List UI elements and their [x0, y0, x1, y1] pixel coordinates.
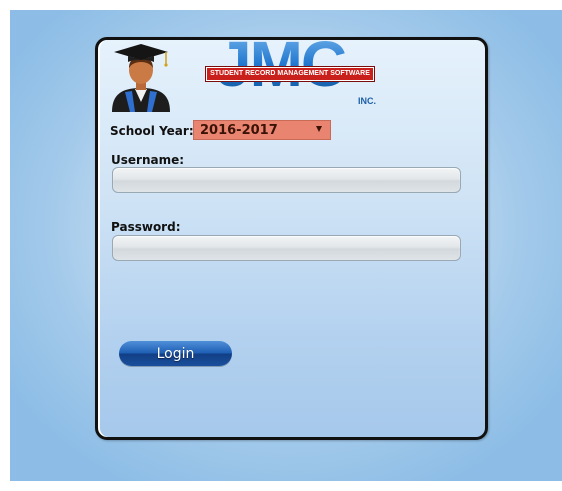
graduate-icon	[112, 44, 170, 112]
school-year-value: 2016-2017	[200, 123, 278, 138]
username-label: Username:	[111, 153, 185, 167]
login-panel: JMC STUDENT RECORD MANAGEMENT SOFTWARE I…	[95, 37, 488, 440]
school-year-label: School Year:	[110, 124, 194, 138]
username-field[interactable]	[112, 167, 461, 193]
school-year-select[interactable]: 2016-2017	[193, 120, 331, 140]
logo-banner: STUDENT RECORD MANAGEMENT SOFTWARE	[205, 66, 375, 82]
logo-suffix: INC.	[358, 96, 376, 106]
chevron-down-icon	[316, 126, 322, 132]
password-field[interactable]	[112, 235, 461, 261]
login-button[interactable]: Login	[119, 341, 232, 366]
jmc-logo: JMC STUDENT RECORD MANAGEMENT SOFTWARE I…	[205, 40, 382, 114]
password-label: Password:	[111, 220, 181, 234]
